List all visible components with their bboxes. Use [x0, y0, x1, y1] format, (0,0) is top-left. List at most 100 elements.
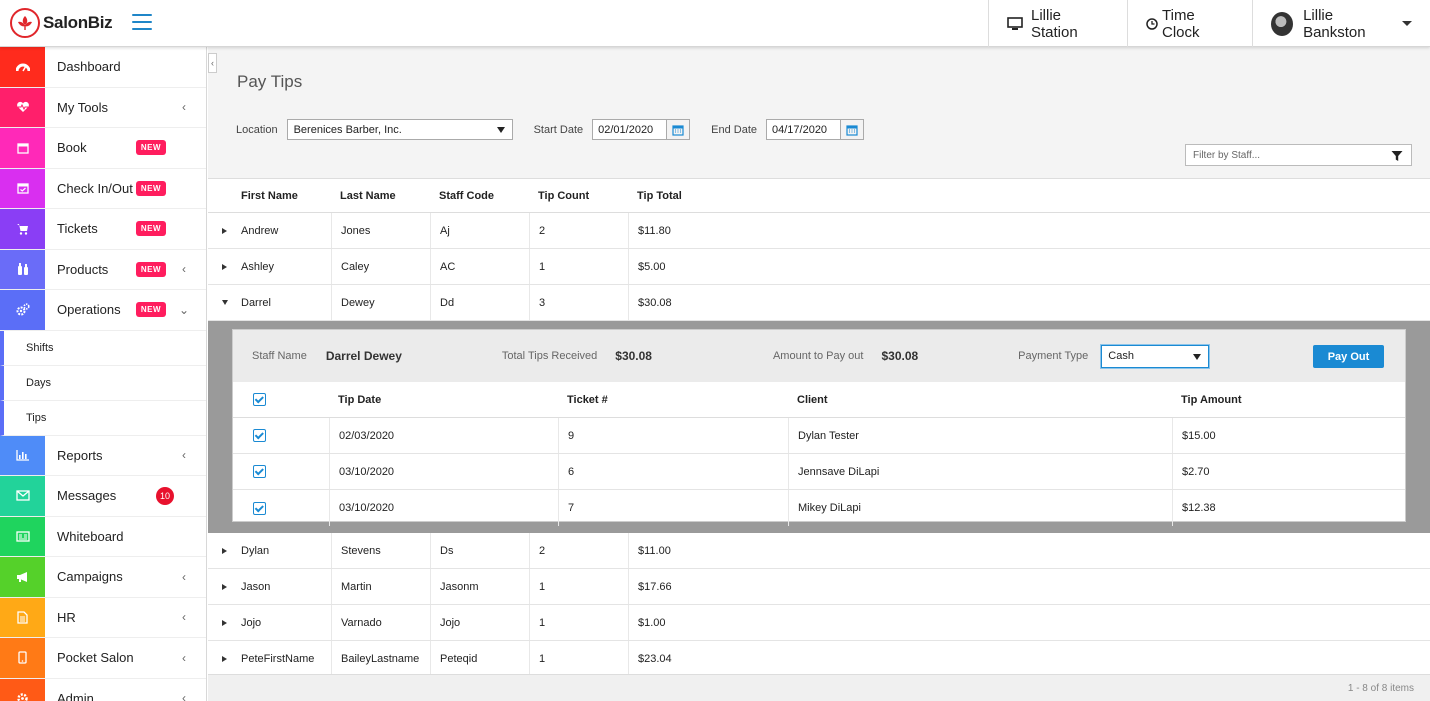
- station-menu[interactable]: Lillie Station: [988, 0, 1127, 47]
- sidebar-subitem-shifts[interactable]: Shifts: [0, 330, 206, 366]
- row-checkbox[interactable]: [253, 465, 266, 478]
- sidebar-item-admin[interactable]: Admin ‹: [0, 678, 206, 701]
- grid-header: First Name Last Name Staff Code Tip Coun…: [208, 178, 1430, 213]
- table-row[interactable]: Jason Martin Jasonm 1 $17.66: [208, 569, 1430, 605]
- col-tip-date[interactable]: Tip Date: [329, 394, 558, 406]
- new-badge: NEW: [135, 180, 166, 196]
- expand-row-icon[interactable]: [208, 569, 232, 604]
- collapse-sidebar-icon[interactable]: ‹: [208, 53, 217, 73]
- sidebar-item-label: Messages: [57, 488, 117, 504]
- pay-out-button[interactable]: Pay Out: [1313, 345, 1384, 368]
- col-ticket[interactable]: Ticket #: [558, 394, 788, 406]
- payout-amount-value: $30.08: [881, 349, 919, 363]
- col-tip-amount[interactable]: Tip Amount: [1172, 394, 1397, 406]
- cart-icon: [0, 209, 45, 249]
- sidebar-item-label: Admin: [57, 690, 94, 701]
- chevron-left-icon: ‹: [182, 650, 186, 665]
- table-row[interactable]: Ashley Caley AC 1 $5.00: [208, 249, 1430, 285]
- location-label: Location: [236, 123, 278, 136]
- location-select[interactable]: Berenices Barber, Inc.: [286, 119, 513, 140]
- tip-amount-cell: $15.00: [1172, 418, 1397, 453]
- row-checkbox[interactable]: [253, 501, 266, 515]
- tip-count-cell: 1: [529, 569, 628, 604]
- calendar-icon: [0, 128, 45, 168]
- sidebar-item-hr[interactable]: HR ‹: [0, 597, 206, 638]
- sidebar-item-whiteboard[interactable]: Whiteboard: [0, 516, 206, 557]
- tips-grid: First Name Last Name Staff Code Tip Coun…: [208, 178, 1430, 677]
- collapse-row-icon[interactable]: [208, 285, 232, 320]
- hamburger-menu-icon[interactable]: [132, 14, 152, 30]
- sidebar-item-check-in-out[interactable]: Check In/Out NEW: [0, 168, 206, 209]
- dropdown-arrow-icon: [1193, 353, 1202, 360]
- row-checkbox[interactable]: [253, 429, 266, 442]
- sidebar-item-reports[interactable]: Reports ‹: [0, 435, 206, 476]
- sidebar-subitem-days[interactable]: Days: [0, 365, 206, 401]
- col-tip-count[interactable]: Tip Count: [529, 190, 628, 202]
- payment-type-value: Cash: [1108, 350, 1134, 362]
- detail-card: Staff Name Darrel Dewey Total Tips Recei…: [232, 329, 1406, 526]
- document-icon: [0, 597, 45, 637]
- expand-row-icon[interactable]: [208, 213, 232, 248]
- sidebar-item-pocket-salon[interactable]: Pocket Salon ‹: [0, 638, 206, 679]
- start-date-input[interactable]: 02/01/2020: [592, 119, 668, 140]
- chevron-down-icon: ⌄: [178, 302, 190, 317]
- time-clock-button[interactable]: Time Clock: [1127, 0, 1252, 47]
- payment-type-select[interactable]: Cash: [1101, 344, 1210, 368]
- sidebar-item-messages[interactable]: Messages 10: [0, 476, 206, 517]
- tip-count-cell: 2: [529, 213, 628, 248]
- filter-row: Location Berenices Barber, Inc. Start Da…: [236, 119, 864, 140]
- gears-icon: [0, 290, 45, 330]
- tip-date-cell: 03/10/2020: [329, 490, 558, 526]
- col-tip-total[interactable]: Tip Total: [628, 190, 828, 202]
- first-name-cell: Dylan: [241, 544, 270, 557]
- sidebar-item-label: Book: [57, 140, 87, 156]
- staff-filter-input[interactable]: Filter by Staff...: [1185, 144, 1412, 166]
- staff-code-cell: Jasonm: [430, 569, 529, 604]
- expand-row-icon[interactable]: [208, 533, 232, 568]
- col-last-name[interactable]: Last Name: [331, 190, 430, 202]
- envelope-icon: [0, 476, 45, 516]
- sidebar-item-products[interactable]: Products NEW ‹: [0, 249, 206, 290]
- start-calendar-icon[interactable]: [667, 119, 691, 140]
- sidebar-item-book[interactable]: Book NEW: [0, 128, 206, 169]
- end-date-input[interactable]: 04/17/2020: [766, 119, 841, 140]
- sidebar-item-operations[interactable]: Operations NEW ⌄: [0, 290, 206, 331]
- total-tips-label: Total Tips Received: [501, 350, 598, 362]
- table-row[interactable]: Darrel Dewey Dd 3 $30.08: [208, 285, 1430, 321]
- end-date-label: End Date: [711, 123, 757, 136]
- user-menu[interactable]: Lillie Bankston: [1252, 0, 1430, 47]
- col-client[interactable]: Client: [788, 394, 1172, 406]
- first-name-cell: Ashley: [241, 260, 275, 273]
- salonbiz-logo[interactable]: SalonBiz: [10, 8, 113, 38]
- end-calendar-icon[interactable]: [841, 119, 864, 140]
- table-row[interactable]: PeteFirstName BaileyLastname Peteqid 1 $23.0…: [208, 641, 1430, 677]
- sidebar-item-my-tools[interactable]: My Tools ‹: [0, 87, 206, 128]
- sidebar-item-label: My Tools: [57, 99, 109, 115]
- sidebar-item-label: Reports: [57, 447, 103, 463]
- filter-funnel-icon[interactable]: [1391, 150, 1403, 165]
- client-cell: Jennsave DiLapi: [788, 454, 1172, 489]
- col-first-name[interactable]: First Name: [232, 190, 331, 202]
- tip-amount-cell: $12.38: [1172, 490, 1397, 526]
- sidebar-subitem-tips[interactable]: Tips: [0, 400, 206, 436]
- location-value: Berenices Barber, Inc.: [293, 123, 402, 136]
- tip-date-cell: 02/03/2020: [329, 418, 558, 453]
- sidebar: Dashboard My Tools ‹ Book NEW Check In/Out NEW…: [0, 47, 207, 701]
- time-clock-label: Time Clock: [1162, 6, 1200, 41]
- first-name-cell: Andrew: [241, 224, 279, 237]
- table-row[interactable]: Andrew Jones Aj 2 $11.80: [208, 213, 1430, 249]
- last-name-cell: BaileyLastname: [331, 641, 430, 676]
- table-row[interactable]: Jojo Varnado Jojo 1 $1.00: [208, 605, 1430, 641]
- select-all-checkbox[interactable]: [253, 393, 266, 406]
- col-staff-code[interactable]: Staff Code: [430, 190, 529, 202]
- total-tips-value: $30.08: [615, 349, 652, 363]
- expand-row-icon[interactable]: [208, 605, 232, 640]
- sidebar-item-campaigns[interactable]: Campaigns ‹: [0, 557, 206, 598]
- expand-row-icon[interactable]: [208, 641, 232, 676]
- expand-row-icon[interactable]: [208, 249, 232, 284]
- staff-code-cell: Aj: [430, 213, 529, 248]
- table-row[interactable]: Dylan Stevens Ds 2 $11.00: [208, 533, 1430, 569]
- tip-count-cell: 1: [529, 249, 628, 284]
- sidebar-item-tickets[interactable]: Tickets NEW: [0, 209, 206, 250]
- sidebar-item-dashboard[interactable]: Dashboard: [0, 47, 206, 88]
